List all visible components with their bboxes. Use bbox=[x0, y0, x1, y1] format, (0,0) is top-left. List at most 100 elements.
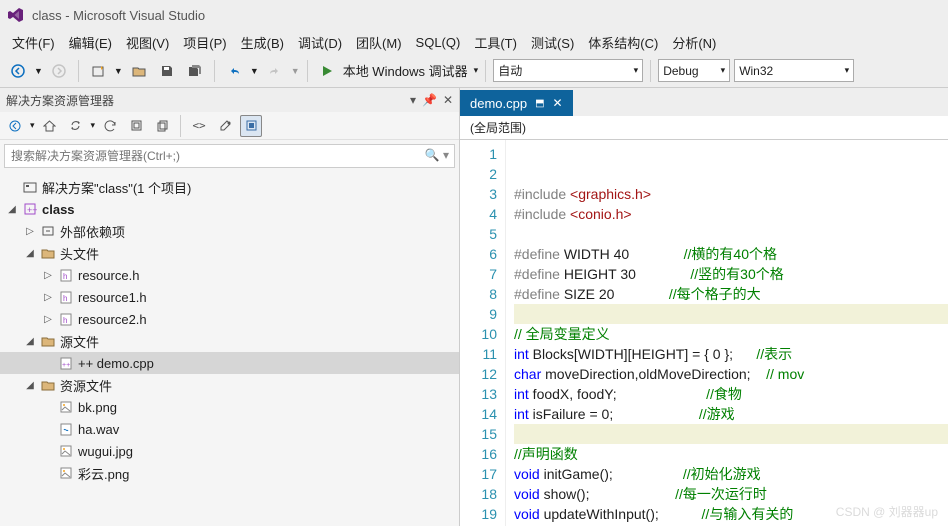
pin-icon[interactable]: 📌 bbox=[422, 93, 437, 107]
back-icon[interactable] bbox=[4, 115, 26, 137]
tree-label: 头文件 bbox=[60, 244, 99, 263]
menu-item[interactable]: 工具(T) bbox=[474, 33, 517, 52]
config-dropdown-3[interactable]: Win32▾ bbox=[734, 59, 854, 82]
sync-icon[interactable] bbox=[65, 115, 87, 137]
scope-dropdown[interactable]: (全局范围) bbox=[460, 116, 948, 140]
tree-row[interactable]: 解决方案"class"(1 个项目) bbox=[0, 176, 459, 198]
file-icon bbox=[22, 179, 38, 195]
tree-row[interactable]: ◢资源文件 bbox=[0, 374, 459, 396]
file-icon bbox=[58, 399, 74, 415]
panel-title: 解决方案资源管理器 bbox=[6, 92, 114, 109]
tree-label: resource1.h bbox=[78, 290, 147, 305]
panel-menu-icon[interactable]: ▾ bbox=[410, 93, 416, 107]
config-dropdown-2[interactable]: Debug▾ bbox=[658, 59, 730, 82]
tree-row[interactable]: ◢ 源文件 bbox=[0, 330, 459, 352]
save-button[interactable] bbox=[155, 59, 179, 83]
open-button[interactable] bbox=[127, 59, 151, 83]
nav-forward-button[interactable] bbox=[47, 59, 71, 83]
chevron-icon[interactable]: ▷ bbox=[42, 270, 54, 281]
file-icon bbox=[40, 333, 56, 349]
code-icon[interactable]: <> bbox=[188, 115, 210, 137]
tree-row[interactable]: ▷hresource.h bbox=[0, 264, 459, 286]
file-icon: h bbox=[58, 267, 74, 283]
dropdown-icon[interactable]: ▼ bbox=[250, 66, 259, 76]
menu-item[interactable]: SQL(Q) bbox=[416, 35, 461, 50]
chevron-icon[interactable]: ◢ bbox=[24, 336, 36, 347]
editor-tab-active[interactable]: demo.cpp ⬒ ✕ bbox=[460, 90, 573, 116]
search-icon[interactable]: 🔍 ▾ bbox=[425, 148, 449, 162]
editor-tabs: demo.cpp ⬒ ✕ bbox=[460, 88, 948, 116]
dropdown-icon[interactable]: ▾ bbox=[30, 120, 35, 131]
search-box[interactable]: 🔍 ▾ bbox=[4, 144, 455, 168]
chevron-icon[interactable]: ▷ bbox=[42, 292, 54, 303]
tree-label: wugui.jpg bbox=[78, 444, 133, 459]
tree-row[interactable]: 彩云.png bbox=[0, 462, 459, 484]
tree-row[interactable]: ◢ 头文件 bbox=[0, 242, 459, 264]
tree-row[interactable]: ◢++class bbox=[0, 198, 459, 220]
chevron-icon[interactable]: ◢ bbox=[24, 248, 36, 259]
code-editor: demo.cpp ⬒ ✕ (全局范围) 12345678910111213141… bbox=[460, 88, 948, 526]
menu-item[interactable]: 文件(F) bbox=[12, 33, 55, 52]
tree-label: 源文件 bbox=[60, 332, 99, 351]
tree-row[interactable]: ++++ demo.cpp bbox=[0, 352, 459, 374]
properties-icon[interactable] bbox=[214, 115, 236, 137]
menu-bar: 文件(F) 编辑(E) 视图(V) 项目(P) 生成(B) 调试(D) 团队(M) SQL(Q… bbox=[0, 30, 948, 54]
file-icon bbox=[40, 245, 56, 261]
dropdown-icon[interactable]: ▼ bbox=[114, 66, 123, 76]
show-all-files-icon[interactable] bbox=[240, 115, 262, 137]
menu-item[interactable]: 测试(S) bbox=[531, 33, 574, 52]
tree-row[interactable]: ha.wav bbox=[0, 418, 459, 440]
close-tab-icon[interactable]: ✕ bbox=[553, 96, 563, 110]
file-icon bbox=[40, 223, 56, 239]
tree-row[interactable]: ▷ h resource1.h bbox=[0, 286, 459, 308]
redo-button[interactable] bbox=[263, 59, 287, 83]
menu-item[interactable]: 项目(P) bbox=[183, 33, 226, 52]
solution-explorer: 解决方案资源管理器 ▾ 📌 ✕ ▾ ▾ <> 🔍 ▾ 解决方案"class bbox=[0, 88, 460, 526]
search-input[interactable] bbox=[4, 144, 455, 168]
panel-toolbar: ▾ ▾ <> bbox=[0, 112, 459, 140]
chevron-icon[interactable]: ◢ bbox=[6, 204, 18, 215]
dropdown-icon[interactable]: ▾ bbox=[91, 120, 96, 131]
chevron-icon[interactable]: ▷ bbox=[42, 314, 54, 325]
menu-item[interactable]: 团队(M) bbox=[356, 33, 402, 52]
solution-tree[interactable]: 解决方案"class"(1 个项目)◢++class▷外部依赖项◢头文件▷hre… bbox=[0, 172, 459, 526]
menu-item[interactable]: 生成(B) bbox=[241, 33, 284, 52]
tree-row[interactable]: ▷hresource2.h bbox=[0, 308, 459, 330]
new-project-button[interactable] bbox=[86, 59, 110, 83]
collapse-icon[interactable] bbox=[125, 115, 147, 137]
debugger-label[interactable]: 本地 Windows 调试器 bbox=[343, 61, 468, 80]
tree-row[interactable]: ▷外部依赖项 bbox=[0, 220, 459, 242]
start-debug-button[interactable] bbox=[315, 59, 339, 83]
copy-icon[interactable] bbox=[151, 115, 173, 137]
tree-label: 彩云.png bbox=[78, 464, 129, 483]
code-content[interactable]: #include <graphics.h>#include <conio.h> … bbox=[506, 140, 948, 526]
file-icon: h bbox=[58, 311, 74, 327]
config-dropdown-1[interactable]: 自动▾ bbox=[493, 59, 643, 82]
file-icon: h bbox=[58, 289, 74, 305]
dropdown-icon[interactable]: ▼ bbox=[34, 66, 43, 76]
chevron-icon[interactable]: ▷ bbox=[24, 226, 36, 237]
save-all-button[interactable] bbox=[183, 59, 207, 83]
chevron-icon[interactable]: ◢ bbox=[24, 380, 36, 391]
menu-item[interactable]: 体系结构(C) bbox=[588, 33, 658, 52]
refresh-icon[interactable] bbox=[99, 115, 121, 137]
svg-text:++: ++ bbox=[27, 205, 37, 215]
tree-label: 解决方案"class"(1 个项目) bbox=[42, 178, 191, 197]
main-toolbar: ▼ ▼ ▼ ▼ 本地 Windows 调试器 ▾ 自动▾ Debug▾ Win3… bbox=[0, 54, 948, 88]
window-title: class - Microsoft Visual Studio bbox=[32, 8, 205, 23]
menu-item[interactable]: 分析(N) bbox=[672, 33, 716, 52]
tree-row[interactable]: bk.png bbox=[0, 396, 459, 418]
home-icon[interactable] bbox=[39, 115, 61, 137]
tree-row[interactable]: wugui.jpg bbox=[0, 440, 459, 462]
menu-item[interactable]: 调试(D) bbox=[298, 33, 342, 52]
nav-back-button[interactable] bbox=[6, 59, 30, 83]
menu-item[interactable]: 编辑(E) bbox=[69, 33, 112, 52]
close-icon[interactable]: ✕ bbox=[443, 93, 453, 107]
dropdown-icon[interactable]: ▾ bbox=[474, 65, 479, 76]
undo-button[interactable] bbox=[222, 59, 246, 83]
menu-item[interactable]: 视图(V) bbox=[126, 33, 169, 52]
pin-icon[interactable]: ⬒ bbox=[535, 98, 544, 109]
code-area[interactable]: 12345678910111213141516171819 #include <… bbox=[460, 140, 948, 526]
file-icon bbox=[58, 421, 74, 437]
title-bar: class - Microsoft Visual Studio bbox=[0, 0, 948, 30]
